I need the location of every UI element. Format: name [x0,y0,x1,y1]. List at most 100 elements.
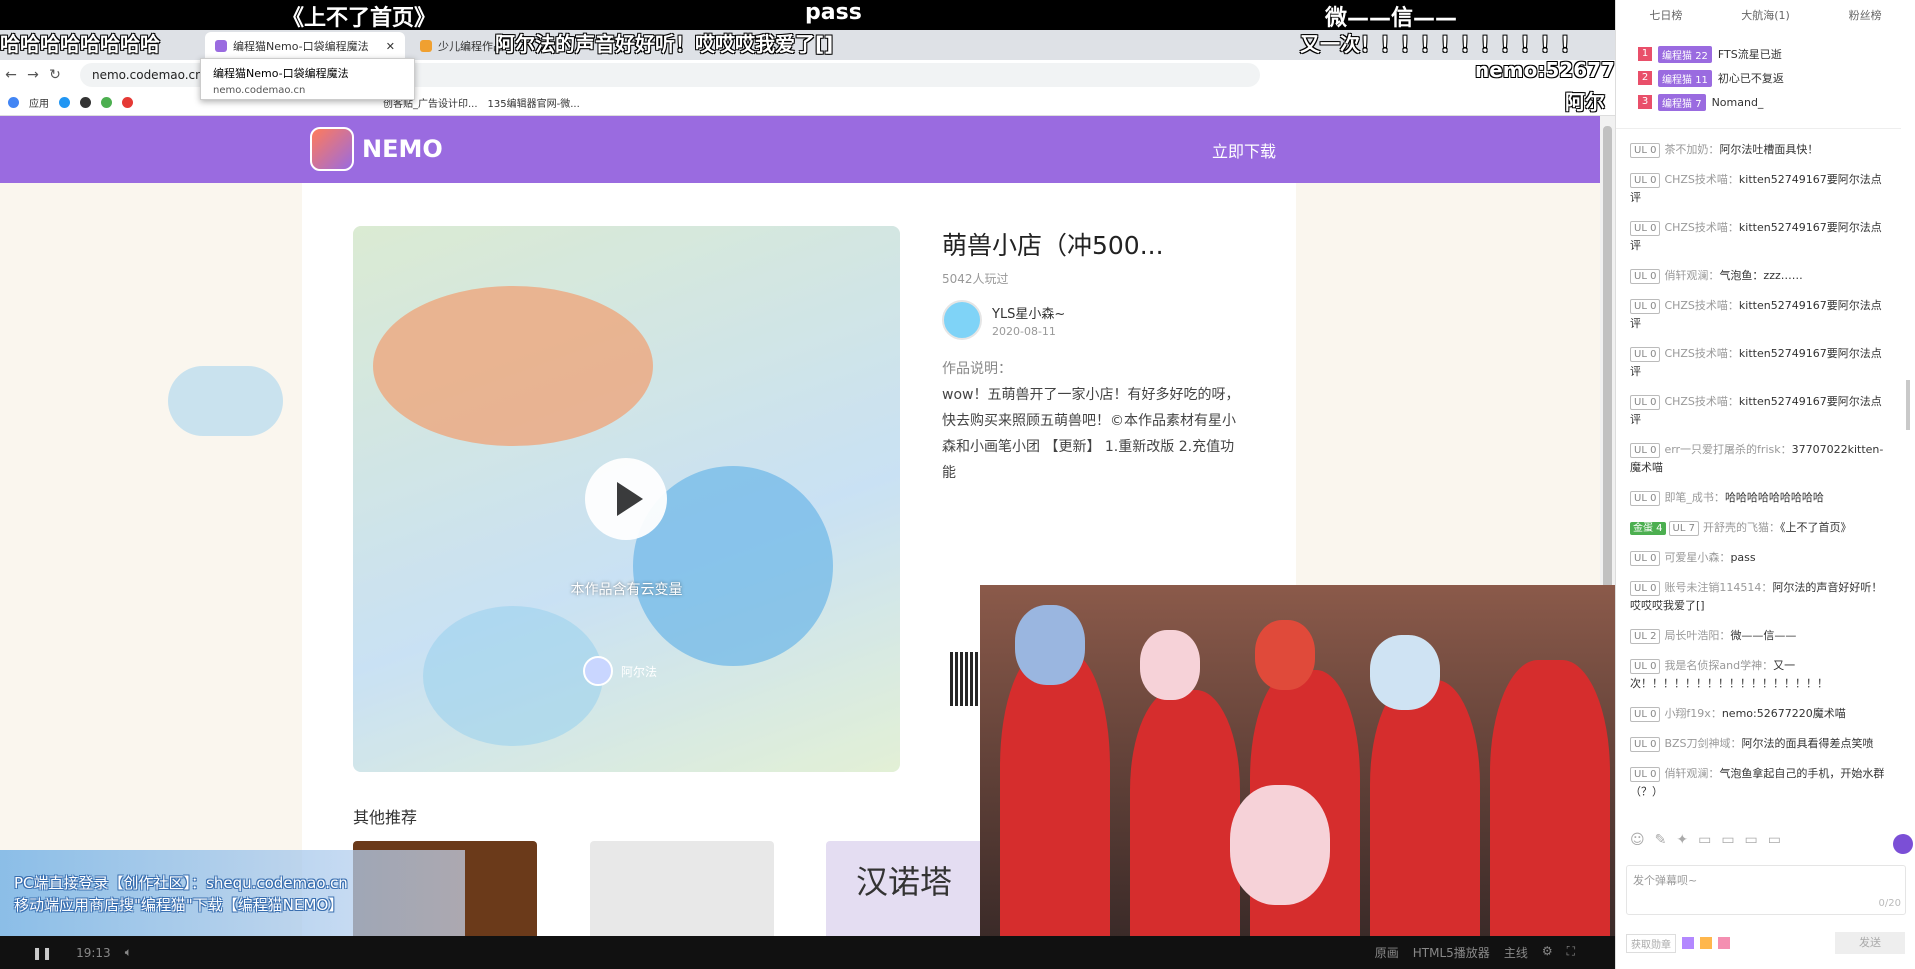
chat-username[interactable]: 账号未注销114514： [1664,581,1772,594]
rank-item[interactable]: 1 编程猫 22 FTS流星已逝 [1638,42,1915,66]
get-medal-button[interactable]: 获取勋章 [1626,933,1676,953]
screen-icon[interactable]: ▭ [1721,832,1734,848]
bookmark-apps[interactable]: 应用 [29,95,49,110]
user-level-badge: UL 0 [1630,491,1661,506]
author-name[interactable]: YLS星小森~ [992,303,1065,322]
author-info[interactable]: YLS星小森~ 2020-08-11 [942,300,1065,340]
screen-icon[interactable]: ▭ [1698,832,1711,848]
preview-author-name: 阿尔法 [621,664,658,679]
recommend-thumbnail[interactable] [590,841,774,936]
palette-icon[interactable]: ✎ [1655,832,1667,848]
gift-icon[interactable]: ✦ [1676,832,1688,848]
browser-tab-active[interactable]: 编程猫Nemo-口袋编程魔法 ✕ [205,32,405,60]
chat-username[interactable]: CHZS技术喵： [1664,299,1738,312]
chat-username[interactable]: 即笔_成书： [1664,491,1725,504]
chat-message: UL 0 茶不加奶：阿尔法吐槽面具快！ [1630,141,1891,159]
bookmark-icon[interactable] [101,97,112,108]
chat-username[interactable]: 俏轩观澜： [1664,269,1719,282]
chat-username[interactable]: 小翔f19x： [1664,707,1721,720]
chat-username[interactable]: 局长叶浩阳： [1664,629,1730,642]
danmaku-input[interactable]: 发个弹幕呗~ [1626,865,1906,915]
nemo-logo[interactable]: NEMO [310,127,443,171]
quality-option[interactable]: 原画 [1375,944,1399,961]
bookmark-icon[interactable] [122,97,133,108]
tab-weekly[interactable]: 七日榜 [1616,7,1716,23]
chat-username[interactable]: 开舒壳的飞猫： [1703,521,1780,534]
rank-user[interactable]: 初心已不复返 [1718,70,1784,86]
streamer-figure [1000,650,1110,940]
download-button[interactable]: 立即下载 [1212,138,1276,162]
fullscreen-icon[interactable]: ⛶ [1567,944,1575,961]
chat-username[interactable]: CHZS技术喵： [1664,347,1738,360]
reload-icon[interactable]: ↻ [44,67,66,83]
mascot-mask [1230,785,1330,905]
chat-bubble-icon[interactable] [1893,834,1913,854]
cloud-variable-notice: 本作品含有云变量 [570,582,683,598]
streamer-figure [1370,680,1480,940]
tab-fans[interactable]: 粉丝榜 [1815,7,1915,23]
chat-username[interactable]: err一只爱打屠杀的frisk： [1664,443,1791,456]
chat-username[interactable]: BZS刀剑神域： [1664,737,1741,750]
chat-username[interactable]: CHZS技术喵： [1664,395,1738,408]
chat-panel: 七日榜 大航海(1) 粉丝榜 1 编程猫 22 FTS流星已逝 2 编程猫 11 初心已不… [1615,0,1915,969]
forward-icon[interactable]: → [22,67,44,83]
bookmark-icon[interactable] [80,97,91,108]
settings-icon[interactable]: ⚙ [1542,944,1553,961]
game-preview[interactable]: 本作品含有云变量 阿尔法 [353,226,900,772]
banner-line: PC端直接登录【创作社区】：shequ.codemao.cn [14,874,348,892]
pause-icon[interactable]: ❚❚ [32,946,52,960]
user-level-badge: UL 0 [1630,767,1661,782]
chat-scrollbar[interactable] [1906,380,1910,430]
video-area: 《上不了首页》 pass 微——信—— 编程猫Nemo-口袋编程魔法 ✕ 少儿编… [0,0,1615,969]
medal-icon[interactable] [1718,937,1730,949]
tab-guard[interactable]: 大航海(1) [1716,7,1816,23]
avatar[interactable] [942,300,982,340]
tab-title: 编程猫Nemo-口袋编程魔法 [233,40,369,53]
emoji-icon[interactable]: ☺ [1630,832,1645,848]
screen-icon[interactable]: ▭ [1768,832,1781,848]
chat-text: 阿尔法吐槽面具快！ [1719,143,1819,156]
chat-username[interactable]: CHZS技术喵： [1664,221,1738,234]
user-level-badge: UL 0 [1630,143,1661,158]
mascot-mask [1370,635,1440,710]
rank-user[interactable]: FTS流星已逝 [1718,46,1782,62]
chat-username[interactable]: 我是名侦探and学神： [1664,659,1773,672]
tab-close-icon[interactable]: ✕ [386,40,395,53]
screen-icon[interactable]: ▭ [1745,832,1758,848]
description-text: wow！五萌兽开了一家小店！有好多好吃的呀，快去购买来照顾五萌兽吧！©本作品素材… [942,387,1240,481]
bookmark-icon[interactable] [59,97,70,108]
webcam-overlay [980,585,1615,940]
line-option[interactable]: 主线 [1504,944,1528,961]
medal-icon[interactable] [1682,937,1694,949]
chat-username[interactable]: 可爱星小森： [1664,551,1730,564]
rank-user[interactable]: Nomand_ [1712,96,1764,109]
chat-username[interactable]: 茶不加奶： [1664,143,1719,156]
chat-text: 阿尔法的面具看得差点笑喷 [1741,737,1874,750]
codemao-favicon-icon [420,40,432,52]
nemo-logo-icon [310,127,354,171]
send-button[interactable]: 发送 [1835,932,1905,954]
apps-icon[interactable] [8,97,19,108]
chat-message: UL 0 即笔_成书：哈哈哈哈哈哈哈哈哈 [1630,489,1891,507]
chat-text: 《上不了首页》 [1779,521,1852,534]
chat-username[interactable]: 俏轩观澜： [1664,767,1719,780]
volume-icon[interactable]: 🔈︎ [125,945,132,960]
chat-message: UL 0 俏轩观澜：气泡鱼：zzz…… [1630,267,1891,285]
avatar [583,656,613,686]
play-button[interactable] [585,458,667,540]
rank-number: 1 [1638,47,1652,61]
chat-message: UL 2 局长叶浩阳：微——信—— [1630,627,1891,645]
bookmark-135editor[interactable]: 135编辑器官网-微... [488,95,580,110]
medal-icon[interactable] [1700,937,1712,949]
player-type-option[interactable]: HTML5播放器 [1413,944,1490,961]
rank-item[interactable]: 3 编程猫 7 Nomand_ [1638,90,1915,114]
back-icon[interactable]: ← [0,67,22,83]
chat-text: nemo:52677220魔术喵 [1721,707,1846,720]
mascot-mask [1255,620,1315,690]
rank-item[interactable]: 2 编程猫 11 初心已不复返 [1638,66,1915,90]
chat-username[interactable]: CHZS技术喵： [1664,173,1738,186]
danmaku-caption: 又一次！！！！！！！！！！！ [1300,32,1580,56]
chat-message: UL 0 CHZS技术喵：kitten52749167要阿尔法点评 [1630,345,1891,381]
banner-line: 移动端应用商店搜"编程猫"下载【编程猫NEMO】 [14,896,344,914]
user-level-badge: UL 0 [1630,347,1661,362]
